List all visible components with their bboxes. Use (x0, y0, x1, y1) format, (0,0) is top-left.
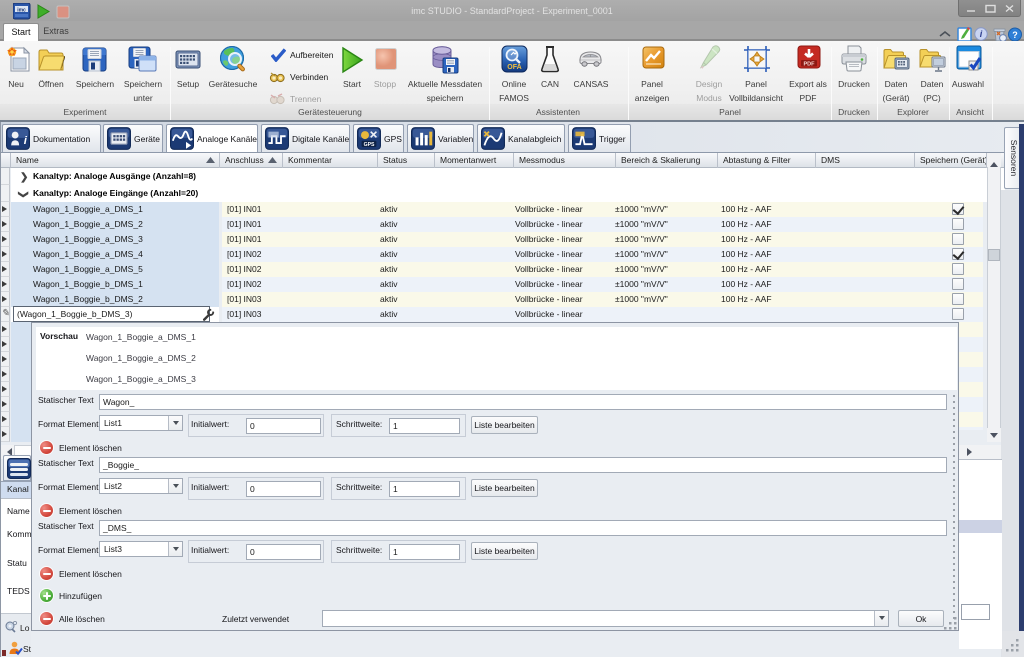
svg-text:GPS: GPS (364, 142, 375, 148)
svg-text:PDF: PDF (804, 62, 816, 68)
svg-text:OFA: OFA (507, 64, 521, 71)
svg-text:?: ? (1012, 30, 1018, 40)
svg-text:imc: imc (17, 8, 26, 14)
